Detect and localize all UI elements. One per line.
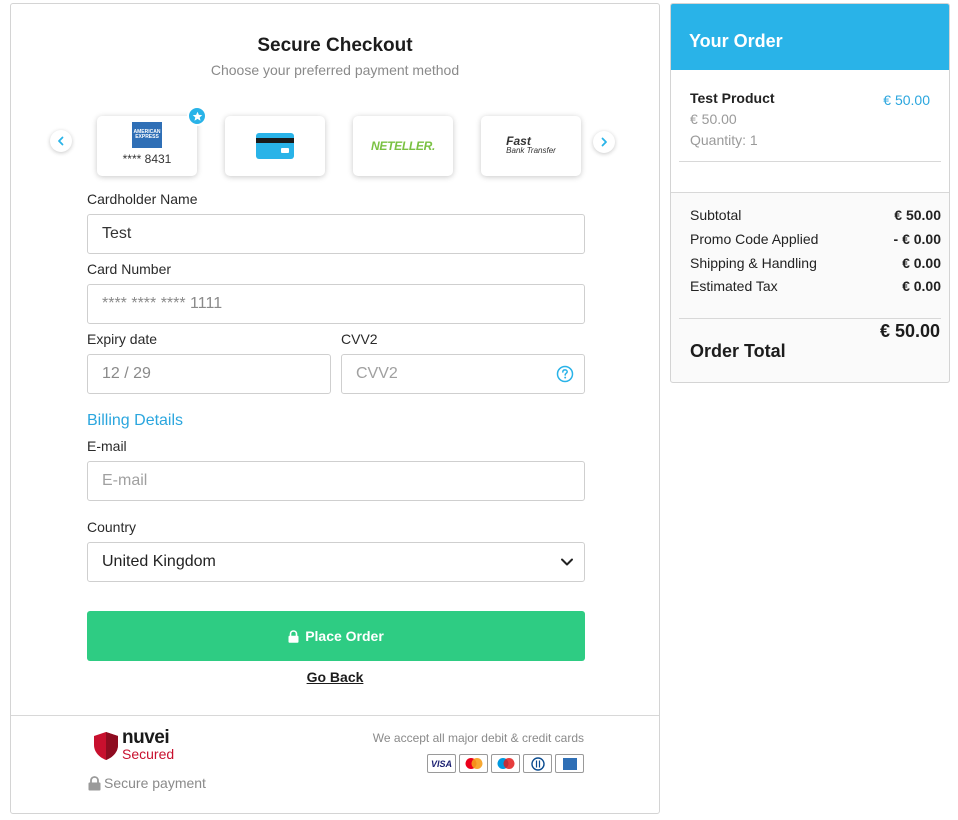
product-quantity: Quantity: 1	[690, 132, 758, 148]
visa-logo: VISA	[427, 754, 456, 773]
page-title: Secure Checkout	[257, 35, 413, 56]
card-number-label: Card Number	[87, 261, 172, 277]
summary-row-promo: Promo Code Applied - € 0.00	[690, 231, 941, 247]
expiry-date-label: Expiry date	[87, 331, 158, 347]
credit-card-icon	[256, 133, 294, 159]
shield-icon	[94, 732, 118, 760]
order-summary-panel: Your Order Test Product € 50.00 € 50.00 …	[670, 3, 950, 383]
billing-details-heading: Billing Details	[87, 412, 184, 429]
accepted-card-logos: VISA	[427, 754, 584, 773]
payment-method-new-card[interactable]	[225, 116, 325, 176]
help-icon[interactable]	[556, 365, 574, 383]
payment-method-amex[interactable]: AMERICAN EXPRESS **** 8431	[97, 106, 207, 176]
email-label: E-mail	[87, 438, 127, 454]
saved-card-number: **** 8431	[122, 152, 172, 166]
place-order-button[interactable]: Place Order	[87, 611, 585, 661]
summary-row-tax: Estimated Tax € 0.00	[690, 278, 941, 294]
summary-row-subtotal: Subtotal € 50.00	[690, 207, 941, 223]
footer-divider	[11, 715, 659, 716]
payment-method-fast-bank-transfer[interactable]: Fast Bank Transfer	[481, 116, 581, 176]
checkout-panel: Secure Checkout Choose your preferred pa…	[10, 3, 660, 814]
carousel-prev-button[interactable]	[50, 130, 72, 152]
maestro-logo	[491, 754, 520, 773]
product-line-total: € 50.00	[883, 92, 930, 108]
nuvei-secured-logo: nuvei Secured	[93, 727, 175, 762]
country-selected-value: United Kingdom	[102, 553, 216, 570]
country-select[interactable]: United Kingdom	[87, 542, 585, 582]
chevron-right-icon	[601, 137, 607, 147]
order-title: Your Order	[689, 31, 783, 51]
accepted-cards-text: We accept all major debit & credit cards	[372, 731, 584, 745]
default-star-badge	[187, 106, 207, 126]
order-item: Test Product € 50.00 € 50.00 Quantity: 1	[671, 70, 949, 193]
totals-divider	[679, 318, 941, 319]
cvv-field[interactable]	[341, 354, 585, 394]
secure-payment-note: Secure payment	[88, 775, 206, 791]
place-order-label: Place Order	[305, 628, 384, 644]
neteller-logo: NETELLER.	[371, 139, 435, 153]
order-total-label: Order Total	[690, 341, 786, 361]
product-name: Test Product	[690, 90, 775, 106]
product-unit-price: € 50.00	[690, 111, 737, 127]
page-subtitle: Choose your preferred payment method	[210, 62, 460, 78]
chevron-left-icon	[58, 136, 64, 146]
order-total-value: € 50.00	[879, 321, 940, 341]
padlock-icon	[88, 775, 101, 790]
summary-row-shipping: Shipping & Handling € 0.00	[690, 255, 941, 271]
expiry-date-field[interactable]	[87, 354, 331, 394]
nuvei-secured-text: Secured	[122, 746, 175, 762]
star-icon	[192, 111, 202, 121]
email-field[interactable]	[87, 461, 585, 501]
go-back-link[interactable]: Go Back	[307, 669, 364, 685]
amex-small-logo	[555, 754, 584, 773]
diners-club-logo	[523, 754, 552, 773]
nuvei-brand: nuvei	[122, 727, 170, 748]
country-label: Country	[87, 519, 137, 535]
cardholder-name-field[interactable]	[87, 214, 585, 254]
mastercard-logo	[459, 754, 488, 773]
chevron-down-icon	[561, 558, 573, 566]
amex-logo: AMERICAN EXPRESS	[132, 122, 162, 148]
lock-icon	[288, 629, 299, 643]
order-header: Your Order	[671, 4, 949, 70]
fast-bank-transfer-logo: Fast Bank Transfer	[506, 134, 556, 155]
go-back-container: Go Back	[11, 669, 659, 687]
payment-method-neteller[interactable]: NETELLER.	[353, 116, 453, 176]
carousel-next-button[interactable]	[593, 131, 615, 153]
cvv-label: CVV2	[341, 331, 378, 347]
cardholder-name-label: Cardholder Name	[87, 191, 198, 207]
item-divider	[679, 161, 941, 162]
card-number-field[interactable]	[87, 284, 585, 324]
